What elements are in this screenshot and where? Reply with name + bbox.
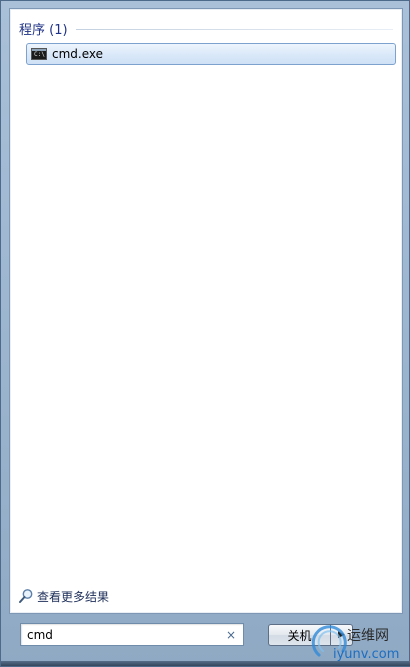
- result-label: cmd.exe: [52, 47, 104, 61]
- start-menu: 程序 (1) C:\ cmd.exe 查看更多结果 × 关机 ▶ 运维网 iyu…: [0, 0, 410, 667]
- group-divider: [75, 28, 393, 30]
- search-box: ×: [20, 623, 244, 646]
- watermark-url: iyunv.com: [333, 647, 400, 662]
- watermark-name: 运维网: [347, 628, 389, 644]
- cmd-icon: C:\: [31, 48, 47, 60]
- group-title: 程序 (1): [19, 22, 68, 38]
- result-item-cmd[interactable]: C:\ cmd.exe: [26, 43, 396, 65]
- results-group-header: 程序 (1): [19, 19, 393, 38]
- taskbar-edge: [1, 661, 410, 666]
- site-watermark: 运维网 iyunv.com: [307, 617, 410, 667]
- search-input[interactable]: [21, 624, 222, 645]
- search-results-pane: 程序 (1) C:\ cmd.exe 查看更多结果: [9, 8, 403, 614]
- magnifier-icon: [19, 589, 33, 603]
- see-more-results-label: 查看更多结果: [37, 589, 110, 604]
- clear-search-button[interactable]: ×: [222, 626, 240, 644]
- see-more-results-link[interactable]: 查看更多结果: [18, 587, 109, 605]
